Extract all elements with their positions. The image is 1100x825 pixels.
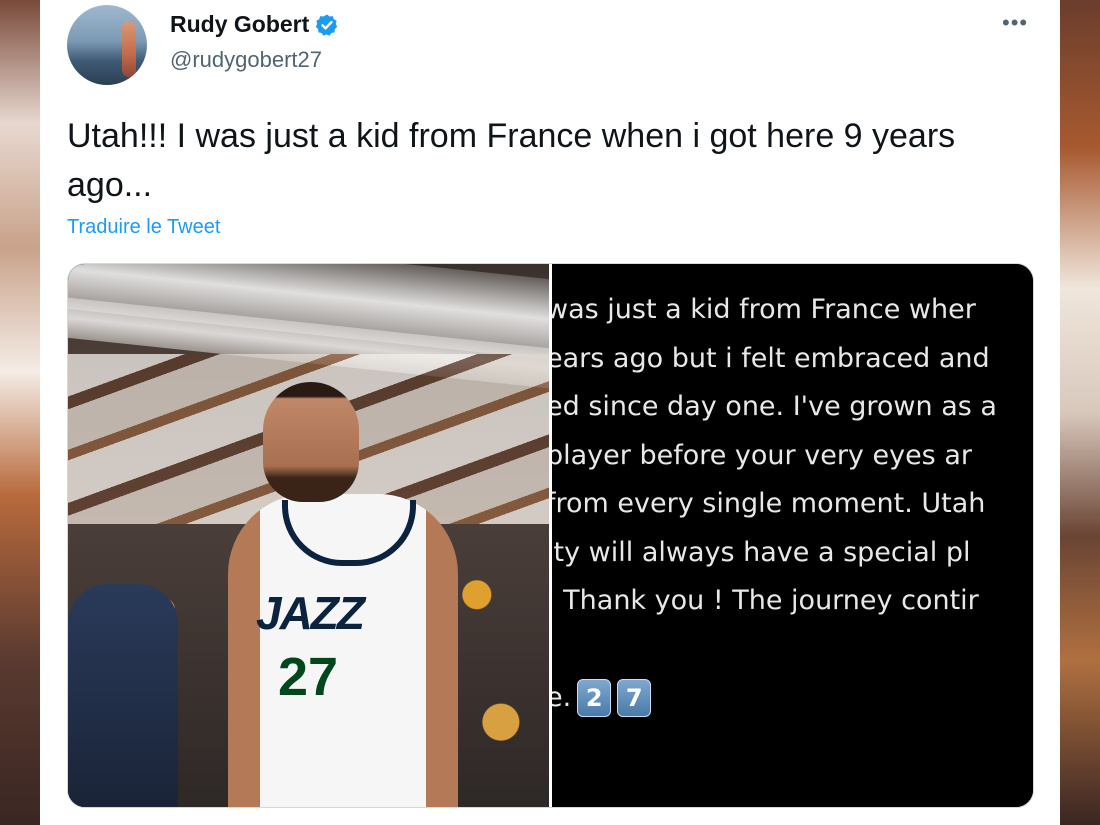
translate-link[interactable]: Traduire le Tweet: [67, 216, 220, 239]
background-right: [1060, 0, 1100, 825]
keycap-7-icon: 7: [617, 679, 652, 718]
more-horizontal-icon[interactable]: •••: [1002, 10, 1028, 36]
note-text: was just a kid from France wher ears ago…: [552, 286, 997, 723]
media-photo[interactable]: JAZZ 27: [68, 264, 549, 807]
note-line: . Thank you ! The journey contir: [552, 585, 979, 616]
author-name[interactable]: Rudy Gobert: [170, 11, 309, 38]
author-handle[interactable]: @rudygobert27: [170, 47, 322, 73]
avatar[interactable]: [67, 5, 147, 85]
note-line: e.: [552, 682, 572, 713]
keycap-2-icon: 2: [577, 679, 612, 718]
jersey-logo: JAZZ: [256, 587, 365, 639]
note-line: ity will always have a special pl: [552, 536, 971, 568]
jersey-number: 27: [278, 647, 339, 707]
tweet-card: Rudy Gobert @rudygobert27 ••• Utah!!! I …: [40, 0, 1060, 825]
note-line: ears ago but i felt embraced and: [552, 342, 990, 374]
player-head: [263, 382, 359, 502]
verified-badge-icon: [316, 14, 338, 36]
note-line-signoff: e. 2 7: [552, 674, 997, 723]
author-name-row[interactable]: Rudy Gobert: [170, 11, 339, 38]
bystander: [68, 584, 178, 807]
note-line: from every single moment. Utah: [552, 488, 986, 519]
background-left: [0, 0, 40, 825]
note-line: player before your very eyes ar: [552, 439, 972, 471]
avatar-figure: [122, 21, 136, 77]
media-grid: JAZZ 27 was just a kid from France wher …: [67, 263, 1034, 808]
note-line: [552, 626, 997, 675]
tweet-text: Utah!!! I was just a kid from France whe…: [67, 117, 956, 204]
note-line: ed since day one. I've grown as a: [552, 391, 997, 422]
note-line: was just a kid from France wher: [552, 294, 976, 325]
media-note-screenshot[interactable]: was just a kid from France wher ears ago…: [552, 264, 1033, 807]
